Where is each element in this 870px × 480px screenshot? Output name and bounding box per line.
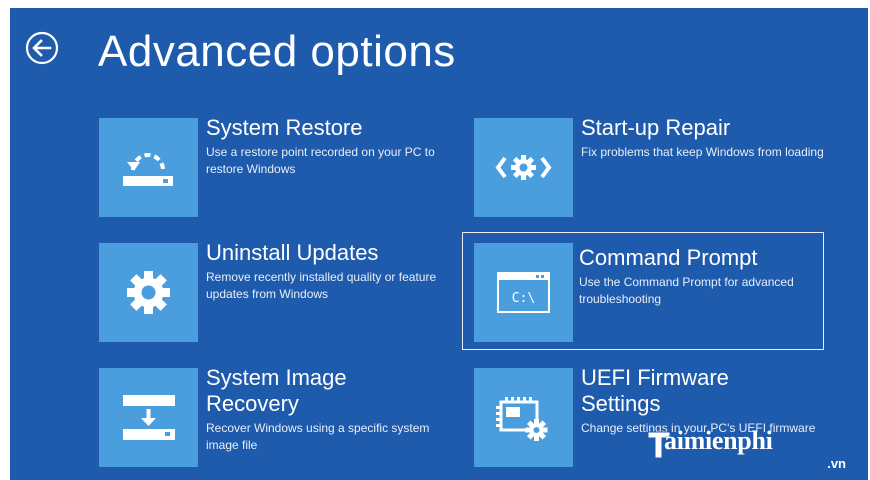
option-system-image-recovery[interactable]: System Image Recovery Recover Windows us… — [93, 363, 459, 468]
page-title: Advanced options — [98, 27, 456, 76]
option-command-prompt[interactable]: C:\ Command Prompt Use the Command Promp… — [462, 232, 824, 350]
restore-icon — [123, 153, 173, 186]
option-uninstall-updates[interactable]: Uninstall Updates Remove recently instal… — [93, 238, 459, 343]
option-description: Use the Command Prompt for advanced trou… — [579, 275, 794, 306]
option-system-restore[interactable]: System Restore Use a restore point recor… — [93, 113, 459, 218]
watermark-suffix: .vn — [827, 456, 846, 471]
option-icon-box: C:\ — [474, 243, 573, 342]
watermark: aimienphi .vn — [646, 422, 846, 472]
firmware-chip-icon — [496, 397, 548, 441]
prompt-text: C:\ — [512, 291, 535, 306]
option-title: Uninstall Updates — [206, 240, 379, 265]
option-icon-box — [99, 368, 198, 467]
watermark-text: aimienphi — [664, 426, 773, 455]
option-description: Use a restore point recorded on your PC … — [206, 145, 435, 176]
advanced-options-screen: Advanced options System Restore Use a re… — [10, 8, 868, 480]
option-icon-box — [474, 368, 573, 467]
option-icon-box — [99, 118, 198, 217]
gear-icon — [127, 271, 170, 314]
repair-gear-icon — [495, 155, 552, 180]
option-icon-box — [99, 243, 198, 342]
option-description: Fix problems that keep Windows from load… — [581, 145, 824, 159]
option-description: Remove recently installed quality or fea… — [206, 270, 437, 301]
option-title: System Image Recovery — [206, 365, 347, 416]
image-recovery-icon — [123, 395, 175, 440]
back-button[interactable] — [24, 30, 60, 66]
option-startup-repair[interactable]: Start-up Repair Fix problems that keep W… — [468, 113, 834, 218]
option-title: UEFI Firmware Settings — [581, 365, 729, 416]
option-description: Recover Windows using a specific system … — [206, 421, 430, 452]
option-icon-box — [474, 118, 573, 217]
option-title: Start-up Repair — [581, 115, 731, 140]
back-arrow-icon — [25, 31, 59, 65]
command-prompt-icon: C:\ — [497, 272, 550, 313]
option-title: System Restore — [206, 115, 363, 140]
option-title: Command Prompt — [579, 245, 758, 270]
